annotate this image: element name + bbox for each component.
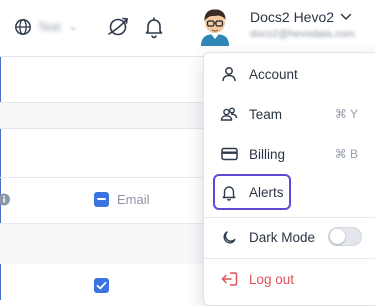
email-checkbox[interactable] [94,192,109,207]
bell-icon [220,183,238,201]
email-label: Email [117,192,150,207]
logout-icon [220,270,238,288]
moon-icon [220,228,238,246]
toggle-knob [330,229,345,244]
menu-item-label: Team [249,106,283,122]
menu-item-team[interactable]: Team ⌘ Y [204,95,375,133]
avatar[interactable] [198,6,232,46]
shortcut-hint: ⌘ B [334,147,358,161]
menu-separator [204,258,375,259]
bell-icon[interactable] [142,15,166,39]
chevron-down-icon [340,13,352,20]
workspace-name: Test [38,20,61,34]
chevron-down-icon: ⌄ [68,21,78,33]
user-menu-toggle[interactable]: Docs2 Hevo2 [250,9,352,25]
top-bar: Test ⌄ Docs2 Hevo2 docs2@hevodata.com [0,0,375,57]
menu-item-logout[interactable]: Log out [204,260,375,298]
menu-item-label: Alerts [249,184,284,200]
dark-mode-toggle[interactable] [328,227,362,246]
shortcut-hint: ⌘ Y [334,107,358,121]
user-email: docs2@hevodata.com [250,28,355,40]
info-icon[interactable] [0,193,12,206]
menu-item-label: Billing [249,146,286,162]
credit-card-icon [220,145,238,163]
user-dropdown-menu: Account Team ⌘ Y Billing ⌘ B Alerts Dark… [203,52,375,306]
user-name: Docs2 Hevo2 [250,9,335,25]
globe-icon [15,19,31,35]
workspace-switcher[interactable]: Test ⌄ [14,16,77,38]
check-icon [96,281,107,290]
menu-item-label: Dark Mode [249,229,316,245]
menu-item-account[interactable]: Account [204,55,375,93]
satellite-icon[interactable] [106,15,130,39]
menu-item-label: Account [249,66,298,82]
team-icon [220,105,238,123]
menu-item-billing[interactable]: Billing ⌘ B [204,135,375,173]
user-icon [220,65,238,83]
checked-checkbox[interactable] [94,278,109,293]
menu-item-label: Log out [249,271,295,287]
menu-item-alerts[interactable]: Alerts [204,173,375,211]
